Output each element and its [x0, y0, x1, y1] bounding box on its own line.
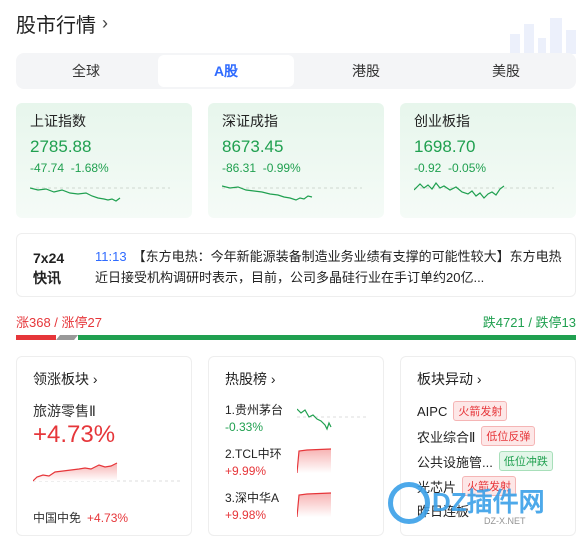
index-sparkline: [414, 181, 554, 199]
sector-moves-title: 板块异动 ›: [417, 371, 482, 387]
market-tabs: 全球 A股 港股 美股: [16, 53, 576, 89]
tab-us[interactable]: 美股: [438, 55, 574, 87]
sector-move-tag: 低位反弹: [481, 426, 536, 446]
watermark-logo: DZ插件网 DZ-X.NET: [388, 476, 578, 536]
hot-stock-sparkline: [297, 448, 332, 474]
hot-stocks-title: 热股榜 ›: [225, 371, 276, 387]
sector-pct: +4.73%: [33, 421, 116, 448]
sector-move-item[interactable]: 公共设施管... 低位冲跌: [417, 451, 553, 471]
flash-news-badge: 7x24 快讯: [33, 250, 65, 286]
news-time: 11:13: [95, 249, 127, 264]
chevron-right-icon: ›: [270, 371, 276, 387]
chevron-right-icon: ›: [476, 371, 482, 387]
news-content: 【东方电热：今年新能源装备制造业务业绩有支撑的可能性较大】东方电热近日接受机构调…: [95, 249, 562, 285]
index-value: 1698.70: [414, 137, 476, 156]
down-count: 跌4721 / 跌停13: [482, 315, 576, 330]
sector-leader: 中国中免 +4.73%: [33, 511, 129, 525]
index-change: -86.31 -0.99%: [222, 161, 301, 175]
leading-sector-card[interactable]: 领涨板块 › 旅游零售Ⅱ +4.73% 中国中免 +4.73%: [16, 356, 192, 536]
hot-stock-sparkline: [297, 492, 332, 518]
flash-news-text: 11:13 【东方电热：今年新能源装备制造业务业绩有支撑的可能性较大】东方电热近日…: [95, 246, 567, 288]
index-value: 8673.45: [222, 137, 284, 156]
tab-hk[interactable]: 港股: [298, 55, 434, 87]
index-sparkline: [222, 185, 362, 201]
page-title[interactable]: 股市行情 ›: [16, 8, 108, 38]
sector-sparkline: [33, 462, 183, 482]
tab-a-share[interactable]: A股: [158, 55, 294, 87]
leading-sector-title: 领涨板块 ›: [33, 371, 98, 387]
hot-stock-sparkline: [297, 408, 367, 431]
hot-stock-item[interactable]: 3.深中华A +9.98%: [225, 489, 279, 522]
page-title-text: 股市行情: [16, 14, 96, 37]
index-card-sh[interactable]: 上证指数 2785.88 -47.74 -1.68%: [16, 103, 192, 218]
sector-move-item[interactable]: AIPC 火箭发射: [417, 401, 508, 421]
index-value: 2785.88: [30, 137, 92, 156]
hot-stock-item[interactable]: 1.贵州茅台 -0.33%: [225, 401, 283, 434]
chevron-right-icon: ›: [92, 371, 98, 387]
sector-move-item[interactable]: 农业综合Ⅱ 低位反弹: [417, 426, 536, 446]
sector-move-tag: 低位冲跌: [498, 451, 553, 471]
sector-name: 旅游零售Ⅱ: [33, 403, 96, 419]
hot-stock-item[interactable]: 2.TCL中环 +9.99%: [225, 445, 282, 478]
chevron-right-icon: ›: [102, 12, 108, 33]
breadth-bar-down: [78, 335, 576, 340]
index-card-sz[interactable]: 深证成指 8673.45 -86.31 -0.99%: [208, 103, 384, 218]
index-cards: 上证指数 2785.88 -47.74 -1.68% 深证成指 8673.45 …: [16, 103, 576, 218]
index-change: -47.74 -1.68%: [30, 161, 109, 175]
index-name: 上证指数: [30, 113, 86, 129]
index-name: 深证成指: [222, 113, 278, 129]
tab-global[interactable]: 全球: [18, 55, 154, 87]
index-card-cy[interactable]: 创业板指 1698.70 -0.92 -0.05%: [400, 103, 576, 218]
index-change: -0.92 -0.05%: [414, 161, 487, 175]
breadth-bar-up: [16, 335, 56, 340]
breadth-bar-flat: [56, 335, 78, 340]
sector-move-tag: 火箭发射: [453, 401, 508, 421]
city-deco-icon: [510, 18, 576, 54]
breadth-bar: [16, 335, 576, 340]
flash-news[interactable]: 7x24 快讯 11:13 【东方电热：今年新能源装备制造业务业绩有支撑的可能性较…: [16, 233, 576, 297]
index-name: 创业板指: [414, 113, 470, 129]
up-count: 涨368 / 涨停27: [16, 315, 102, 330]
index-sparkline: [30, 187, 170, 202]
watermark-circle-icon: [388, 482, 430, 524]
hot-stocks-card[interactable]: 热股榜 › 1.贵州茅台 -0.33% 2.TCL中环 +9.99% 3.深中华…: [208, 356, 384, 536]
